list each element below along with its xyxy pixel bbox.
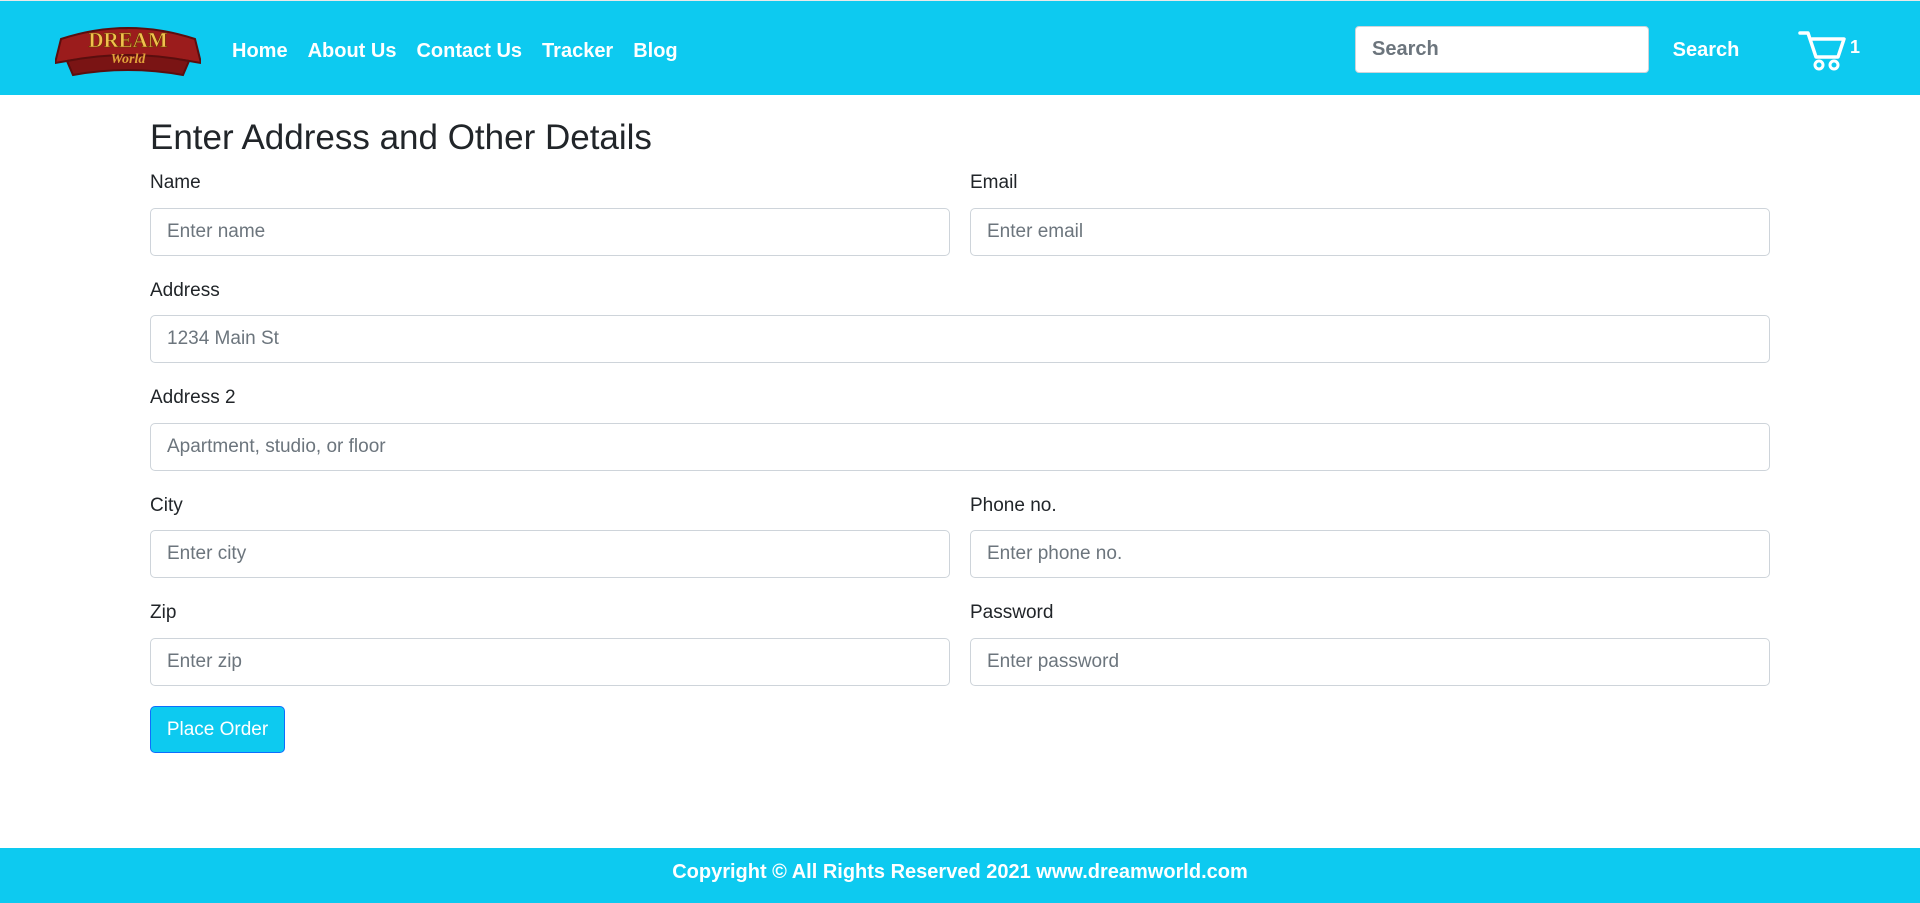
- page-title: Enter Address and Other Details: [150, 118, 652, 157]
- navbar: DREAM World Home About Us Contact Us Tra…: [0, 0, 1920, 95]
- phone-label: Phone no.: [970, 495, 1057, 516]
- nav-blog-link[interactable]: Blog: [633, 37, 677, 65]
- address-label: Address: [150, 280, 220, 301]
- svg-text:DREAM: DREAM: [88, 28, 168, 52]
- address-field[interactable]: [150, 315, 1770, 363]
- cart-count-badge: 1: [1850, 37, 1861, 57]
- nav-about-link[interactable]: About Us: [308, 37, 397, 65]
- address2-label: Address 2: [150, 387, 236, 408]
- city-label: City: [150, 495, 183, 516]
- name-field[interactable]: [150, 208, 950, 256]
- place-order-button[interactable]: Place Order: [150, 706, 285, 753]
- nav-contact-link[interactable]: Contact Us: [416, 37, 522, 65]
- password-field[interactable]: [970, 638, 1770, 686]
- brand-logo[interactable]: DREAM World: [53, 19, 203, 79]
- cart-button[interactable]: 1: [1798, 27, 1868, 71]
- phone-field[interactable]: [970, 530, 1770, 578]
- zip-field[interactable]: [150, 638, 950, 686]
- address2-field[interactable]: [150, 423, 1770, 471]
- main-nav: Home About Us Contact Us Tracker Blog: [232, 37, 678, 65]
- search-input[interactable]: [1355, 26, 1649, 73]
- nav-home-link[interactable]: Home: [232, 37, 288, 65]
- name-label: Name: [150, 172, 201, 193]
- password-label: Password: [970, 602, 1054, 623]
- footer: Copyright © All Rights Reserved 2021 www…: [0, 848, 1920, 903]
- email-field[interactable]: [970, 208, 1770, 256]
- dream-world-logo-icon: DREAM World: [53, 27, 203, 77]
- svg-text:World: World: [111, 52, 147, 67]
- footer-copyright: Copyright © All Rights Reserved 2021 www…: [672, 861, 1248, 883]
- shopping-cart-icon: [1798, 31, 1846, 71]
- city-field[interactable]: [150, 530, 950, 578]
- search-button[interactable]: Search: [1660, 31, 1752, 69]
- nav-tracker-link[interactable]: Tracker: [542, 37, 613, 65]
- zip-label: Zip: [150, 602, 177, 623]
- email-label: Email: [970, 172, 1018, 193]
